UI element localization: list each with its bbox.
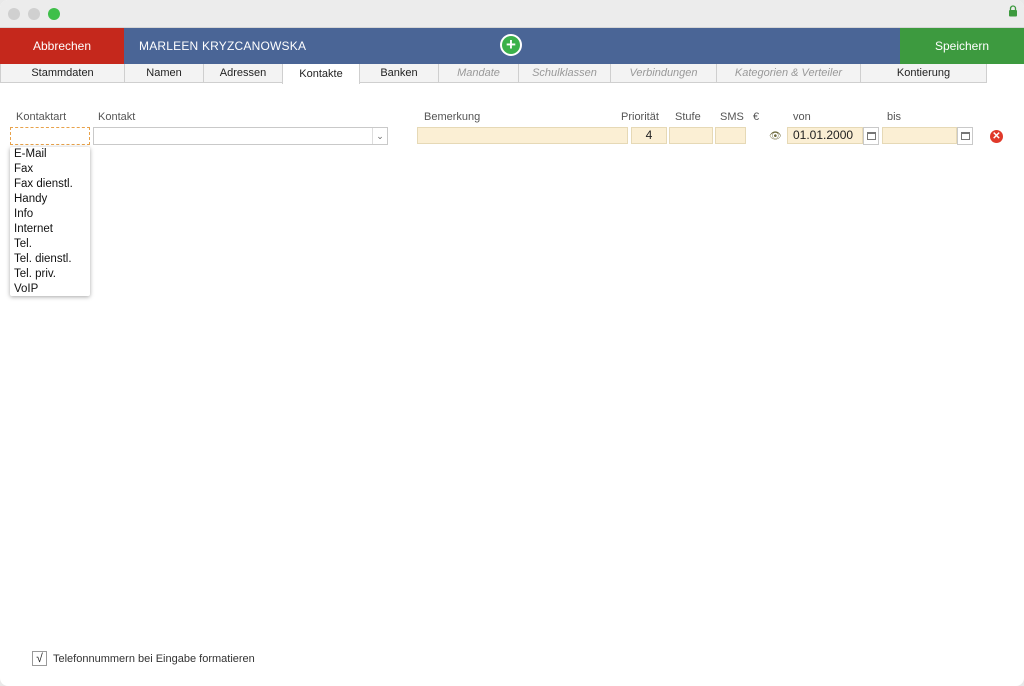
- delete-row-icon[interactable]: ✕: [990, 130, 1003, 143]
- dropdown-option[interactable]: VoIP: [10, 282, 90, 297]
- lock-icon[interactable]: [1008, 5, 1018, 17]
- header-bis: bis: [887, 111, 902, 123]
- dropdown-option[interactable]: Handy: [10, 192, 90, 207]
- dropdown-option[interactable]: Tel.: [10, 237, 90, 252]
- close-window-button[interactable]: [8, 8, 20, 20]
- tab-adressen[interactable]: Adressen: [203, 64, 283, 83]
- dropdown-option[interactable]: Internet: [10, 222, 90, 237]
- header-kontaktart: Kontaktart: [16, 111, 67, 123]
- zoom-window-button[interactable]: [48, 8, 60, 20]
- tab-kategorien-verteiler: Kategorien & Verteiler: [716, 64, 861, 83]
- plus-circle-icon: +: [502, 36, 520, 54]
- dropdown-option[interactable]: E-Mail: [10, 147, 90, 162]
- tab-schulklassen: Schulklassen: [518, 64, 611, 83]
- title-bar: [0, 0, 1024, 28]
- tab-stammdaten[interactable]: Stammdaten: [0, 64, 125, 83]
- minimize-window-button[interactable]: [28, 8, 40, 20]
- von-date-field[interactable]: 01.01.2000: [787, 127, 863, 144]
- calendar-icon[interactable]: [957, 127, 973, 145]
- format-phone-label: Telefonnummern bei Eingabe formatieren: [53, 653, 255, 665]
- app-window: Abbrechen MARLEEN KRYZCANOWSKA + Speiche…: [0, 0, 1024, 686]
- kontaktart-field[interactable]: [10, 127, 90, 145]
- bis-date-field[interactable]: [882, 127, 957, 144]
- tab-bar: Stammdaten Namen Adressen Kontakte Banke…: [0, 64, 1024, 84]
- header-prioritaet: Priorität: [621, 111, 659, 123]
- stufe-field[interactable]: [669, 127, 713, 144]
- header-euro: €: [753, 111, 760, 123]
- header-kontakt: Kontakt: [98, 111, 136, 123]
- header-sms: SMS: [720, 111, 744, 123]
- header-bemerkung: Bemerkung: [424, 111, 481, 123]
- cancel-button[interactable]: Abbrechen: [0, 28, 124, 64]
- header-von: von: [793, 111, 811, 123]
- tab-verbindungen: Verbindungen: [610, 64, 717, 83]
- calendar-icon[interactable]: [863, 127, 879, 145]
- dropdown-option[interactable]: Info: [10, 207, 90, 222]
- tab-kontakte[interactable]: Kontakte: [282, 64, 360, 84]
- tab-namen[interactable]: Namen: [124, 64, 204, 83]
- person-name: MARLEEN KRYZCANOWSKA: [139, 39, 307, 53]
- save-button[interactable]: Speichern: [900, 28, 1024, 64]
- chevron-down-icon[interactable]: ⌄: [372, 128, 387, 144]
- kontaktart-dropdown: E-Mail Fax Fax dienstl. Handy Info Inter…: [10, 147, 90, 296]
- kontakt-select[interactable]: ⌄: [93, 127, 388, 145]
- eye-icon[interactable]: 👁: [769, 131, 782, 142]
- add-contact-button[interactable]: +: [500, 34, 522, 56]
- dropdown-option[interactable]: Tel. dienstl.: [10, 252, 90, 267]
- prioritaet-field[interactable]: 4: [631, 127, 667, 144]
- sms-field[interactable]: [715, 127, 746, 144]
- tab-mandate: Mandate: [438, 64, 519, 83]
- dropdown-option[interactable]: Tel. priv.: [10, 267, 90, 282]
- header-stufe: Stufe: [675, 111, 701, 123]
- tab-banken[interactable]: Banken: [359, 64, 439, 83]
- bemerkung-field[interactable]: [417, 127, 628, 144]
- tab-kontierung[interactable]: Kontierung: [860, 64, 987, 83]
- format-phone-checkbox[interactable]: √: [32, 651, 47, 666]
- record-toolbar: Abbrechen MARLEEN KRYZCANOWSKA + Speiche…: [0, 28, 1024, 64]
- dropdown-option[interactable]: Fax dienstl.: [10, 177, 90, 192]
- dropdown-option[interactable]: Fax: [10, 162, 90, 177]
